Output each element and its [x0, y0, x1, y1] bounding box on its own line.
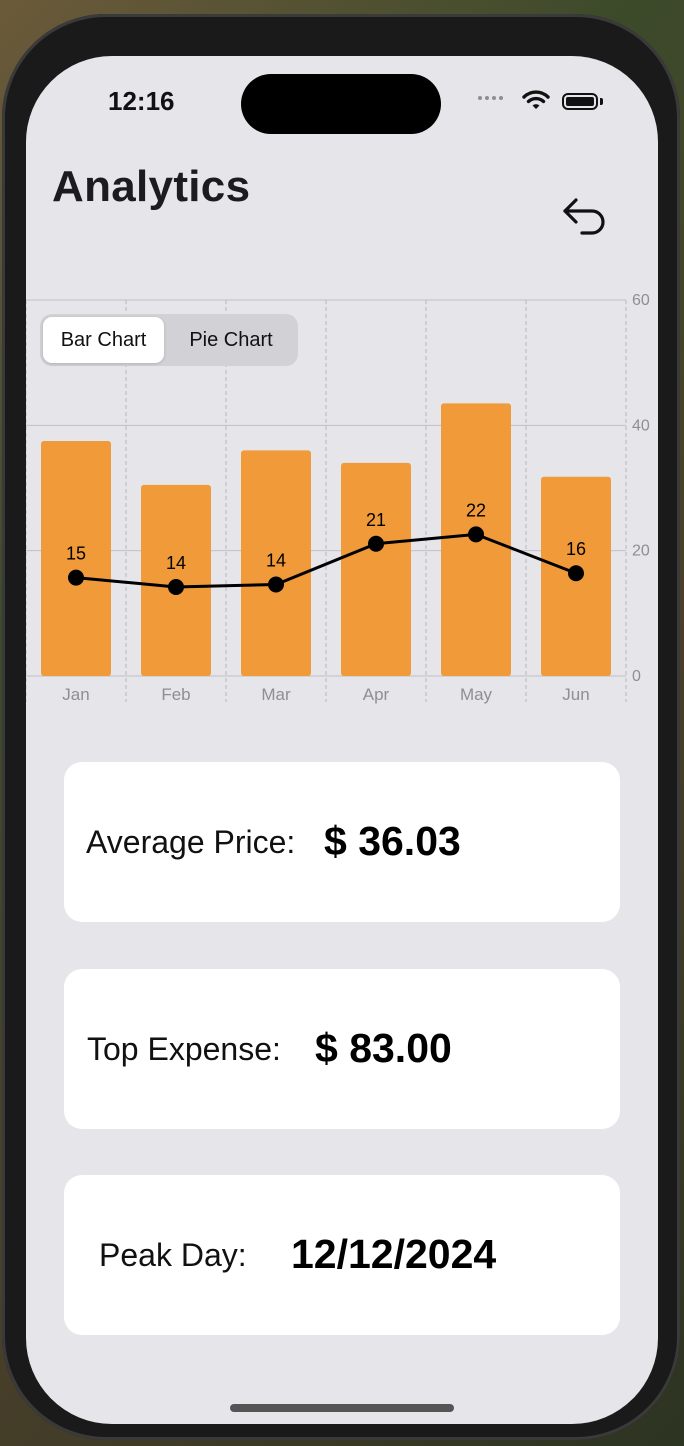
average-price-card: Average Price: $ 36.03	[64, 762, 620, 922]
x-tick-label: Jan	[62, 685, 89, 704]
x-tick-label: Mar	[261, 685, 291, 704]
data-label: 22	[466, 500, 486, 520]
undo-arrow-icon	[563, 198, 605, 235]
bar-chart-tab[interactable]: Bar Chart	[43, 317, 164, 363]
page-title: Analytics	[52, 162, 251, 211]
chart-type-toggle[interactable]: Bar Chart Pie Chart	[40, 314, 298, 366]
bar-apr	[341, 462, 411, 676]
data-label: 14	[166, 553, 186, 573]
x-tick-label: May	[460, 685, 493, 704]
line-point	[68, 569, 84, 586]
line-point	[368, 535, 384, 552]
top-expense-value: $ 83.00	[315, 1025, 452, 1071]
line-point	[168, 579, 184, 596]
data-label: 16	[566, 539, 586, 559]
x-tick-label: Feb	[161, 685, 190, 704]
phone-frame: 12:16 Analytics 0 20 40 60 Jan Feb Mar Apr May Ju…	[2, 14, 680, 1440]
average-price-value: $ 36.03	[324, 818, 461, 864]
wifi-icon	[522, 90, 550, 109]
data-label: 21	[366, 510, 386, 530]
y-tick-label: 40	[632, 417, 650, 434]
line-point	[568, 565, 584, 582]
pie-chart-tab[interactable]: Pie Chart	[168, 317, 294, 363]
y-tick-label: 60	[632, 292, 650, 309]
data-label: 15	[66, 544, 86, 564]
top-expense-label: Top Expense:	[87, 1031, 281, 1067]
battery-icon	[562, 93, 598, 110]
peak-day-label: Peak Day:	[99, 1237, 247, 1273]
y-tick-label: 0	[632, 668, 641, 685]
top-expense-card: Top Expense: $ 83.00	[64, 969, 620, 1129]
home-indicator	[230, 1404, 454, 1412]
line-point	[468, 526, 484, 543]
signal-dots-icon	[478, 96, 503, 100]
x-tick-label: Jun	[562, 685, 589, 704]
x-tick-label: Apr	[363, 685, 390, 704]
dynamic-island	[241, 74, 441, 134]
status-time: 12:16	[108, 86, 175, 116]
peak-day-value: 12/12/2024	[291, 1231, 497, 1277]
average-price-label: Average Price:	[86, 824, 296, 860]
undo-back-button[interactable]	[560, 190, 612, 242]
line-point	[268, 576, 284, 593]
app-screen: 12:16 Analytics 0 20 40 60 Jan Feb Mar Apr May Ju…	[26, 56, 658, 1424]
peak-day-card: Peak Day: 12/12/2024	[64, 1175, 620, 1335]
data-label: 14	[266, 551, 286, 571]
battery-nub	[600, 98, 603, 105]
y-tick-label: 20	[632, 543, 650, 560]
